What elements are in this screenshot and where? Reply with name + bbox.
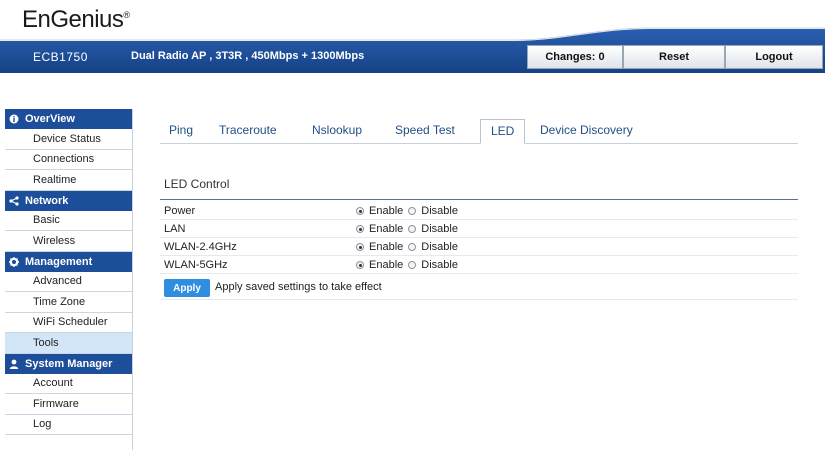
- device-description: Dual Radio AP , 3T3R , 450Mbps + 1300Mbp…: [131, 50, 365, 62]
- logout-button[interactable]: Logout: [725, 45, 823, 69]
- sidebar-group-label: Network: [25, 194, 69, 207]
- sidebar-item-advanced[interactable]: Advanced: [5, 271, 132, 292]
- enable-radio[interactable]: [356, 261, 364, 269]
- enable-label: Enable: [369, 259, 404, 271]
- sidebar-group-label: System Manager: [25, 357, 113, 370]
- apply-button[interactable]: Apply: [164, 279, 210, 297]
- enable-radio[interactable]: [356, 243, 364, 251]
- led-row-options: Enable Disable: [356, 241, 458, 253]
- disable-label: Disable: [421, 241, 458, 253]
- sidebar-group-system-manager[interactable]: System Manager: [5, 353, 132, 374]
- sidebar-item-basic[interactable]: Basic: [5, 210, 132, 231]
- sidebar-item-account[interactable]: Account: [5, 373, 132, 394]
- sidebar-item-wifi-scheduler[interactable]: WiFi Scheduler: [5, 312, 132, 333]
- enable-radio[interactable]: [356, 225, 364, 233]
- reset-button[interactable]: Reset: [623, 45, 725, 69]
- sidebar-item-wireless[interactable]: Wireless: [5, 231, 132, 252]
- sidebar-group-management[interactable]: Management: [5, 251, 132, 272]
- enable-label: Enable: [369, 223, 404, 235]
- logo-registered-mark: ®: [123, 10, 130, 20]
- led-row-wlan-24ghz: WLAN-2.4GHz Enable Disable: [160, 238, 798, 256]
- user-icon: [9, 359, 19, 369]
- tools-tab-bar: Ping Traceroute Nslookup Speed Test LED …: [160, 119, 798, 144]
- sidebar-item-connections[interactable]: Connections: [5, 149, 132, 170]
- disable-radio[interactable]: [408, 207, 417, 215]
- apply-note: Apply saved settings to take effect: [215, 281, 382, 293]
- apply-divider: [160, 299, 798, 300]
- led-row-lan: LAN Enable Disable: [160, 220, 798, 238]
- disable-label: Disable: [421, 259, 458, 271]
- sidebar-group-overview[interactable]: OverView: [5, 109, 132, 129]
- sidebar-item-tools[interactable]: Tools: [5, 333, 132, 354]
- share-icon: [9, 195, 19, 206]
- led-row-power: Power Enable Disable: [160, 202, 798, 220]
- led-row-options: Enable Disable: [356, 205, 458, 217]
- sidebar-item-firmware[interactable]: Firmware: [5, 394, 132, 415]
- enable-label: Enable: [369, 241, 404, 253]
- sidebar-item-device-status[interactable]: Device Status: [5, 129, 132, 150]
- tab-ping[interactable]: Ping: [169, 123, 193, 137]
- sidebar-group-label: Management: [25, 255, 93, 268]
- disable-radio[interactable]: [408, 261, 417, 269]
- tab-led[interactable]: LED: [480, 119, 526, 144]
- info-icon: [9, 114, 19, 124]
- device-model: ECB1750: [33, 50, 88, 64]
- sidebar-group-label: OverView: [25, 113, 75, 125]
- tab-traceroute[interactable]: Traceroute: [219, 123, 277, 137]
- gear-icon: [9, 256, 19, 267]
- sidebar-item-time-zone[interactable]: Time Zone: [5, 292, 132, 313]
- changes-button[interactable]: Changes: 0: [527, 45, 623, 69]
- tab-device-discovery[interactable]: Device Discovery: [540, 123, 633, 137]
- led-row-label: WLAN-2.4GHz: [164, 241, 237, 253]
- tab-speed-test[interactable]: Speed Test: [395, 123, 455, 137]
- led-row-options: Enable Disable: [356, 259, 458, 271]
- led-row-label: WLAN-5GHz: [164, 259, 228, 271]
- tab-nslookup[interactable]: Nslookup: [312, 123, 362, 137]
- led-row-label: Power: [164, 205, 196, 217]
- disable-radio[interactable]: [408, 225, 417, 233]
- led-row-label: LAN: [164, 223, 186, 235]
- sidebar-group-network[interactable]: Network: [5, 190, 132, 211]
- led-row-wlan-5ghz: WLAN-5GHz Enable Disable: [160, 256, 798, 274]
- disable-label: Disable: [421, 223, 458, 235]
- sidebar-item-log[interactable]: Log: [5, 414, 132, 435]
- disable-label: Disable: [421, 205, 458, 217]
- enable-label: Enable: [369, 205, 404, 217]
- enable-radio[interactable]: [356, 207, 364, 215]
- disable-radio[interactable]: [408, 243, 417, 251]
- led-control-title: LED Control: [164, 177, 230, 191]
- sidebar-item-realtime[interactable]: Realtime: [5, 170, 132, 191]
- led-row-options: Enable Disable: [356, 223, 458, 235]
- sidebar-nav: OverView Device Status Connections Realt…: [5, 109, 133, 450]
- section-divider: [160, 199, 798, 200]
